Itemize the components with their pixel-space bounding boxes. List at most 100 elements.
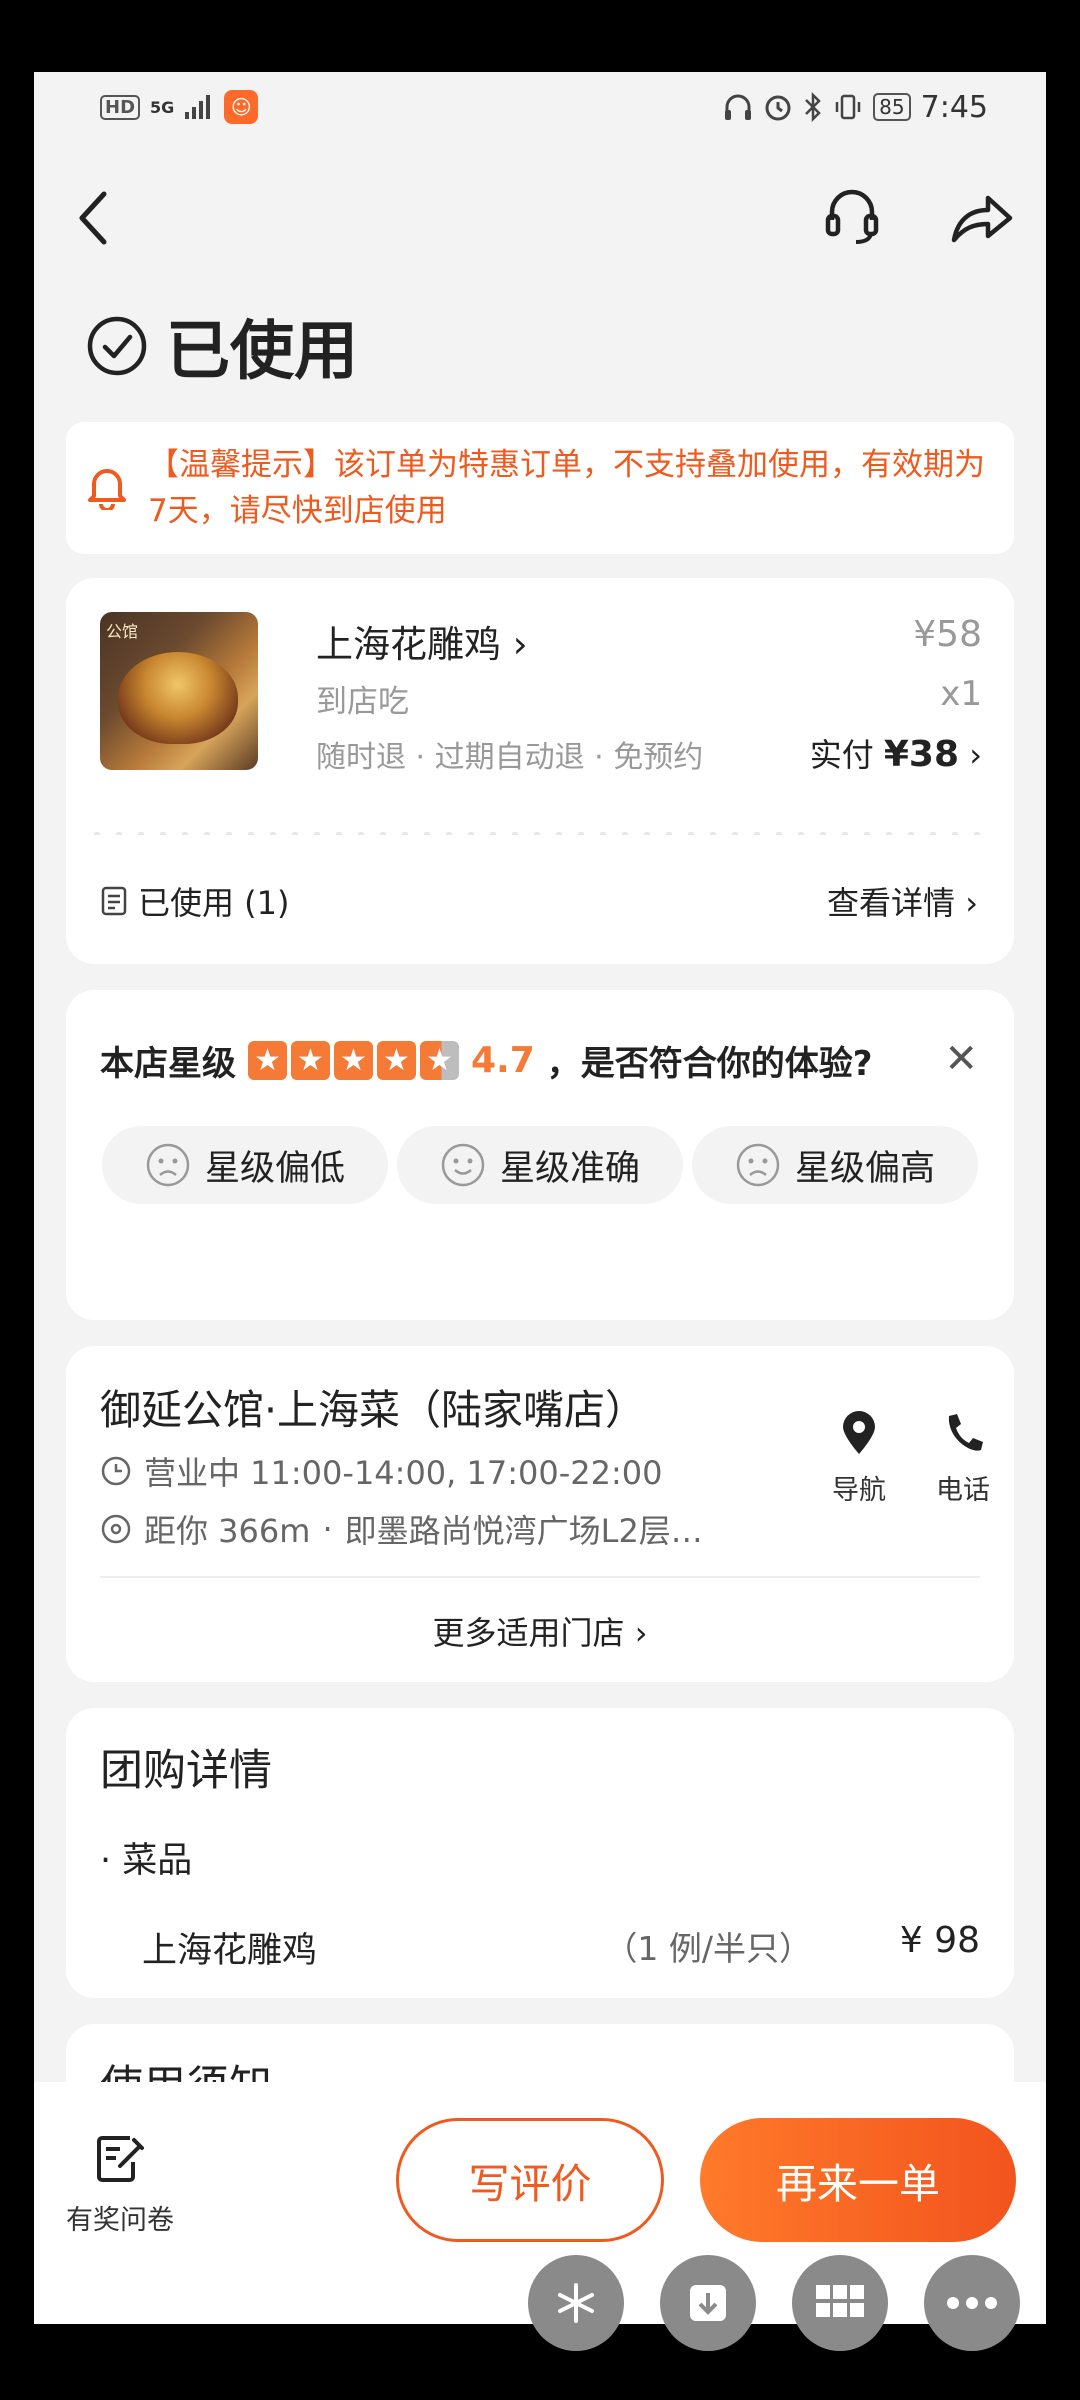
notice-text: 【温馨提示】该订单为特惠订单，不支持叠加使用，有效期为7天，请尽快到店使用 — [148, 447, 985, 529]
divider — [100, 1576, 980, 1578]
dish-subtitle: 到店吃 — [316, 684, 409, 720]
bell-icon — [88, 469, 126, 510]
signal-icon — [185, 95, 211, 119]
survey-button[interactable]: 有奖问卷 — [66, 2132, 174, 2237]
rating-low-label: 星级偏低 — [204, 1148, 345, 1189]
rating-question: ，是否符合你的体验? — [546, 1044, 873, 1084]
view-details-label: 查看详情 — [827, 884, 956, 922]
star-rating: ★ ★ ★ ★ ★ — [248, 1041, 459, 1080]
more-stores-label: 更多适用门店 — [432, 1614, 625, 1652]
divider — [66, 826, 1014, 840]
call-button[interactable]: 电话 — [936, 1410, 990, 1507]
call-label: 电话 — [936, 1475, 990, 1506]
more-float-button[interactable] — [924, 2255, 1020, 2351]
dish-name-link[interactable]: 上海花雕鸡 › — [316, 614, 528, 668]
customer-service-icon[interactable] — [824, 186, 880, 246]
used-coupons: 已使用 (1) — [100, 878, 290, 924]
navigation-icon — [843, 1411, 875, 1454]
clock: 7:45 — [920, 89, 988, 125]
status-bar: HD 5G ☺ 85 7:45 — [34, 72, 1046, 142]
rating-prefix: 本店星级 — [100, 1044, 236, 1084]
navigate-label: 导航 — [832, 1475, 886, 1506]
chevron-right-icon: › — [965, 884, 978, 922]
document-icon — [101, 886, 127, 916]
download-icon — [690, 2285, 726, 2321]
thumb-badge: 公馆 — [106, 622, 139, 641]
store-name[interactable]: 御延公馆·上海菜（陆家嘴店） — [100, 1376, 646, 1436]
half-star-icon: ★ — [420, 1041, 459, 1080]
hd-indicator: HD — [100, 94, 141, 120]
chevron-right-icon: › — [512, 623, 528, 666]
grid-icon — [816, 2285, 864, 2317]
category-label: 菜品 — [122, 1841, 193, 1881]
app-notification-icon: ☺ — [224, 90, 259, 124]
store-address: 即墨路尚悦湾广场L2层… — [344, 1512, 703, 1550]
alarm-icon — [765, 95, 791, 121]
write-review-button[interactable]: 写评价 — [396, 2118, 664, 2242]
store-distance: 距你 366m — [144, 1512, 311, 1550]
star-icon: ★ — [377, 1041, 416, 1080]
close-icon[interactable]: ✕ — [944, 1036, 978, 1082]
quantity: x1 — [940, 674, 982, 714]
rating-high-button[interactable]: 星级偏高 — [692, 1126, 978, 1204]
order-card: 公馆 上海花雕鸡 › 到店吃 随时退 · 过期自动退 · 免预约 ¥58 x1 … — [66, 578, 1014, 964]
battery-indicator: 85 — [873, 93, 911, 121]
share-icon[interactable] — [950, 190, 1014, 246]
chevron-right-icon: › — [969, 736, 982, 774]
check-circle-icon — [87, 316, 147, 376]
rating-high-label: 星级偏高 — [794, 1148, 935, 1189]
back-arrow-icon[interactable] — [74, 188, 114, 248]
vibrate-icon — [835, 94, 861, 120]
dish-thumbnail[interactable]: 公馆 — [100, 612, 258, 770]
page-title: 已使用 — [166, 315, 358, 389]
rating-header: 本店星级 ★ ★ ★ ★ ★ 4.7 ，是否符合你的体验? — [100, 1036, 873, 1085]
notice-banner: 【温馨提示】该订单为特惠订单，不支持叠加使用，有效期为7天，请尽快到店使用 — [66, 422, 1014, 554]
dish-image — [118, 652, 238, 744]
bluetooth-icon — [805, 92, 821, 122]
star-icon: ★ — [248, 1041, 287, 1080]
original-price: ¥58 — [913, 614, 982, 655]
store-hours-text: 营业中 11:00-14:00, 17:00-22:00 — [144, 1454, 663, 1492]
survey-icon — [97, 2136, 144, 2182]
order-status-header: 已使用 — [86, 300, 358, 392]
item-name: 上海花雕鸡 — [142, 1931, 318, 1971]
more-stores-link[interactable]: 更多适用门店 › — [66, 1608, 1014, 1654]
group-detail-card: 团购详情 · 菜品 上海花雕鸡 （1 例/半只） ¥ 98 — [66, 1708, 1014, 1998]
sad-face-icon — [146, 1143, 190, 1187]
apps-float-button[interactable] — [792, 2255, 888, 2351]
phone-icon — [948, 1414, 983, 1451]
item-price: ¥ 98 — [899, 1920, 980, 1961]
more-dots-icon — [947, 2297, 997, 2309]
rating-low-button[interactable]: 星级偏低 — [102, 1126, 388, 1204]
smile-face-icon — [441, 1143, 485, 1187]
star-icon: ★ — [291, 1041, 330, 1080]
separator-dot: · — [322, 1510, 333, 1548]
sad-face-icon — [736, 1143, 780, 1187]
reorder-button[interactable]: 再来一单 — [700, 2118, 1016, 2242]
view-details-link[interactable]: 查看详情 › — [827, 878, 978, 924]
used-label: 已使用 (1) — [138, 884, 290, 922]
network-indicator: 5G — [150, 97, 175, 117]
navigate-button[interactable]: 导航 — [832, 1410, 886, 1507]
store-location: 距你 366m · 即墨路尚悦湾广场L2层… — [100, 1506, 703, 1552]
item-spec: （1 例/半只） — [604, 1929, 812, 1968]
star-icon: ★ — [334, 1041, 373, 1080]
paid-amount-link[interactable]: 实付 ¥38 › — [810, 730, 982, 776]
store-card: 御延公馆·上海菜（陆家嘴店） 营业中 11:00-14:00, 17:00-22… — [66, 1346, 1014, 1682]
category-heading: · 菜品 — [100, 1841, 193, 1881]
chevron-right-icon: › — [634, 1614, 648, 1652]
clock-icon — [101, 1456, 131, 1486]
paid-value: ¥38 — [883, 734, 960, 775]
rating-accurate-label: 星级准确 — [499, 1148, 640, 1189]
nav-bar — [34, 162, 1046, 272]
store-hours: 营业中 11:00-14:00, 17:00-22:00 — [100, 1448, 663, 1494]
download-float-button[interactable] — [660, 2255, 756, 2351]
assistant-float-button[interactable] — [528, 2255, 624, 2351]
rating-feedback-card: 本店星级 ★ ★ ★ ★ ★ 4.7 ，是否符合你的体验? ✕ 星级偏低 星级准… — [66, 990, 1014, 1320]
dish-tags: 随时退 · 过期自动退 · 免预约 — [316, 740, 704, 775]
sparkle-icon — [558, 2283, 594, 2323]
rating-accurate-button[interactable]: 星级准确 — [397, 1126, 683, 1204]
headphone-status-icon — [725, 94, 752, 120]
location-pin-icon — [101, 1514, 131, 1544]
dish-name: 上海花雕鸡 — [316, 623, 501, 666]
